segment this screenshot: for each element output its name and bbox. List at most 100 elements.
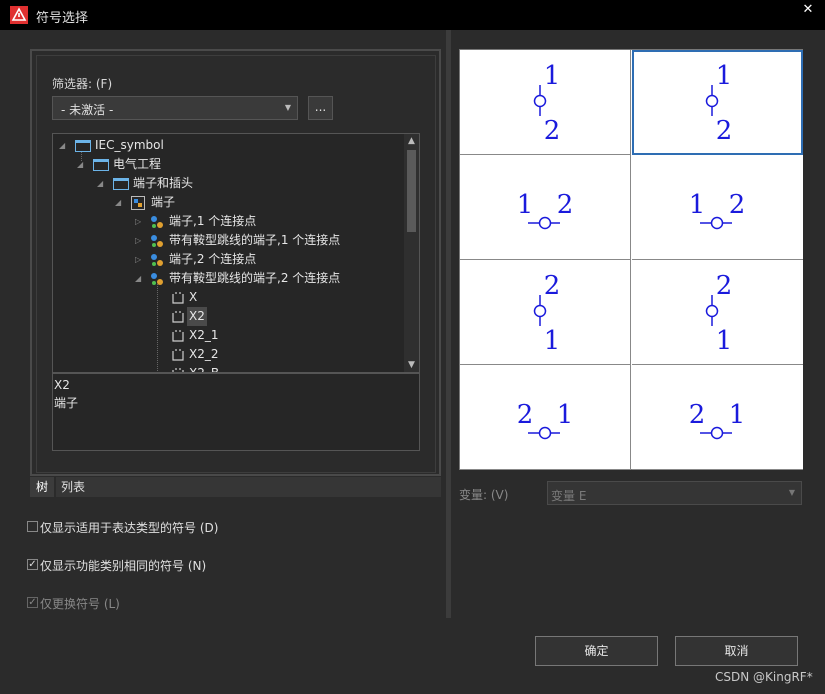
expanded-arrow-icon[interactable]: ◢ bbox=[115, 193, 125, 212]
symbol-group-icon bbox=[151, 273, 163, 285]
terminal-symbol-graphic: 21 bbox=[533, 271, 561, 356]
symbol-connection-label: 2 bbox=[517, 400, 534, 430]
symbol-connection-label: 1 bbox=[716, 326, 733, 356]
folder-icon bbox=[93, 159, 109, 171]
tree-node-label: 端子,2 个连接点 bbox=[169, 252, 257, 266]
tree-node-label: 端子,1 个连接点 bbox=[169, 214, 257, 228]
panel-divider bbox=[446, 30, 451, 618]
symbol-description-box: X2 端子 bbox=[52, 373, 420, 451]
collapsed-arrow-icon[interactable]: ▷ bbox=[135, 212, 145, 231]
terminal-symbol-icon bbox=[172, 292, 184, 304]
symbol-cell[interactable]: 21 bbox=[460, 365, 631, 470]
terminal-symbol-graphic: 21 bbox=[705, 271, 733, 356]
title-bar bbox=[0, 0, 825, 30]
symbol-connection-label: 2 bbox=[716, 116, 733, 146]
symbol-connection-label: 1 bbox=[517, 190, 534, 220]
scroll-up-arrow-icon[interactable]: ▲ bbox=[404, 134, 419, 148]
ok-button[interactable]: 确定 bbox=[535, 636, 658, 666]
close-icon[interactable]: ✕ bbox=[800, 2, 816, 18]
symbol-connection-label: 1 bbox=[557, 400, 574, 430]
symbol-group-icon bbox=[131, 196, 145, 210]
symbol-connection-label: 2 bbox=[544, 271, 561, 301]
symbol-connection-label: 2 bbox=[557, 190, 574, 220]
tree-scrollbar[interactable]: ▲ ▼ bbox=[404, 134, 419, 372]
filter-label: 筛选器: (F) bbox=[52, 77, 113, 91]
symbol-connection-label: 1 bbox=[689, 190, 706, 220]
chevron-down-icon[interactable]: ▼ bbox=[279, 97, 297, 119]
tab-tree[interactable]: 树 bbox=[30, 477, 54, 497]
chevron-down-icon: ▼ bbox=[788, 488, 796, 497]
tree-node-label: X2_B bbox=[189, 366, 220, 373]
scrollbar-thumb[interactable] bbox=[407, 150, 416, 232]
show-expression-type-label: 仅显示适用于表达类型的符号 (D) bbox=[40, 521, 219, 535]
symbol-cell[interactable]: 12 bbox=[460, 50, 631, 155]
app-logo-icon bbox=[10, 6, 28, 24]
window-title: 符号选择 bbox=[36, 11, 89, 26]
terminal-symbol-graphic: 12 bbox=[689, 190, 746, 230]
symbol-cell[interactable]: 12 bbox=[632, 50, 803, 155]
variant-label: 变量: (V) bbox=[459, 488, 509, 502]
symbol-cell[interactable]: 21 bbox=[460, 260, 631, 365]
tree-node-label: 端子和插头 bbox=[133, 176, 194, 190]
collapsed-arrow-icon[interactable]: ▷ bbox=[135, 231, 145, 250]
terminal-symbol-graphic: 12 bbox=[705, 61, 733, 146]
folder-icon bbox=[75, 140, 91, 152]
terminal-symbol-graphic: 12 bbox=[517, 190, 574, 230]
symbol-connection-label: 1 bbox=[716, 61, 733, 91]
expanded-arrow-icon[interactable]: ◢ bbox=[59, 136, 69, 155]
symbol-connection-label: 1 bbox=[729, 400, 746, 430]
symbol-tree[interactable]: ◢ IEC_symbol ◢ 电气工程 ◢ 端子和插头 ◢ 端子 ▷ 端子,1 … bbox=[52, 133, 420, 373]
tree-node-label: X bbox=[189, 290, 198, 304]
terminal-symbol-graphic: 21 bbox=[517, 400, 574, 440]
folder-icon bbox=[113, 178, 129, 190]
expanded-arrow-icon[interactable]: ◢ bbox=[135, 269, 145, 288]
terminal-symbol-graphic: 21 bbox=[689, 400, 746, 440]
tree-node-label: IEC_symbol bbox=[95, 138, 164, 152]
symbol-connection-label: 1 bbox=[544, 61, 561, 91]
symbol-preview-grid: 1212121221212121 bbox=[459, 49, 803, 470]
show-same-function-label: 仅显示功能类别相同的符号 (N) bbox=[40, 559, 207, 573]
terminal-symbol-icon bbox=[172, 311, 184, 323]
tree-node-label-selected: X2 bbox=[187, 307, 207, 326]
tree-node-label: 端子 bbox=[151, 195, 176, 209]
tab-list[interactable]: 列表 bbox=[56, 477, 441, 497]
symbol-connection-label: 2 bbox=[544, 116, 561, 146]
symbol-connection-label: 1 bbox=[544, 326, 561, 356]
terminal-symbol-icon bbox=[172, 330, 184, 342]
expanded-arrow-icon[interactable]: ◢ bbox=[97, 174, 107, 193]
symbol-cell[interactable]: 12 bbox=[632, 155, 803, 260]
terminal-symbol-icon bbox=[172, 349, 184, 361]
symbol-group-icon bbox=[151, 216, 163, 228]
description-symbol-name: X2 bbox=[54, 378, 70, 392]
show-same-function-checkbox[interactable]: ✓ bbox=[27, 559, 38, 570]
expanded-arrow-icon[interactable]: ◢ bbox=[77, 155, 87, 174]
filter-dropdown[interactable]: - 未激活 - ▼ bbox=[52, 96, 298, 120]
tree-node-label: 电气工程 bbox=[113, 157, 162, 171]
tree-node-label: 带有鞍型跳线的端子,2 个连接点 bbox=[169, 271, 341, 285]
variant-dropdown: 变量 E ▼ bbox=[547, 481, 802, 505]
filter-more-button[interactable]: ... bbox=[308, 96, 333, 120]
terminal-symbol-graphic: 12 bbox=[533, 61, 561, 146]
symbol-cell[interactable]: 12 bbox=[460, 155, 631, 260]
cancel-button[interactable]: 取消 bbox=[675, 636, 798, 666]
filter-selected-value: - 未激活 - bbox=[61, 103, 114, 117]
symbol-cell[interactable]: 21 bbox=[632, 260, 803, 365]
symbol-group-icon bbox=[151, 254, 163, 266]
replace-only-checkbox: ✓ bbox=[27, 597, 38, 608]
symbol-cell[interactable]: 21 bbox=[632, 365, 803, 470]
symbol-group-icon bbox=[151, 235, 163, 247]
tree-node-label: 带有鞍型跳线的端子,1 个连接点 bbox=[169, 233, 341, 247]
variant-selected-value: 变量 E bbox=[551, 489, 587, 503]
description-symbol-category: 端子 bbox=[54, 396, 79, 410]
symbol-connection-label: 2 bbox=[729, 190, 746, 220]
replace-only-label: 仅更换符号 (L) bbox=[40, 597, 120, 611]
symbol-connection-label: 2 bbox=[716, 271, 733, 301]
tree-guide-line bbox=[157, 284, 158, 372]
show-expression-type-checkbox[interactable] bbox=[27, 521, 38, 532]
tree-node-label: X2_2 bbox=[189, 347, 219, 361]
scroll-down-arrow-icon[interactable]: ▼ bbox=[404, 358, 419, 372]
tree-node-label: X2_1 bbox=[189, 328, 219, 342]
watermark-text: CSDN @KingRF* bbox=[715, 670, 813, 684]
symbol-connection-label: 2 bbox=[689, 400, 706, 430]
collapsed-arrow-icon[interactable]: ▷ bbox=[135, 250, 145, 269]
